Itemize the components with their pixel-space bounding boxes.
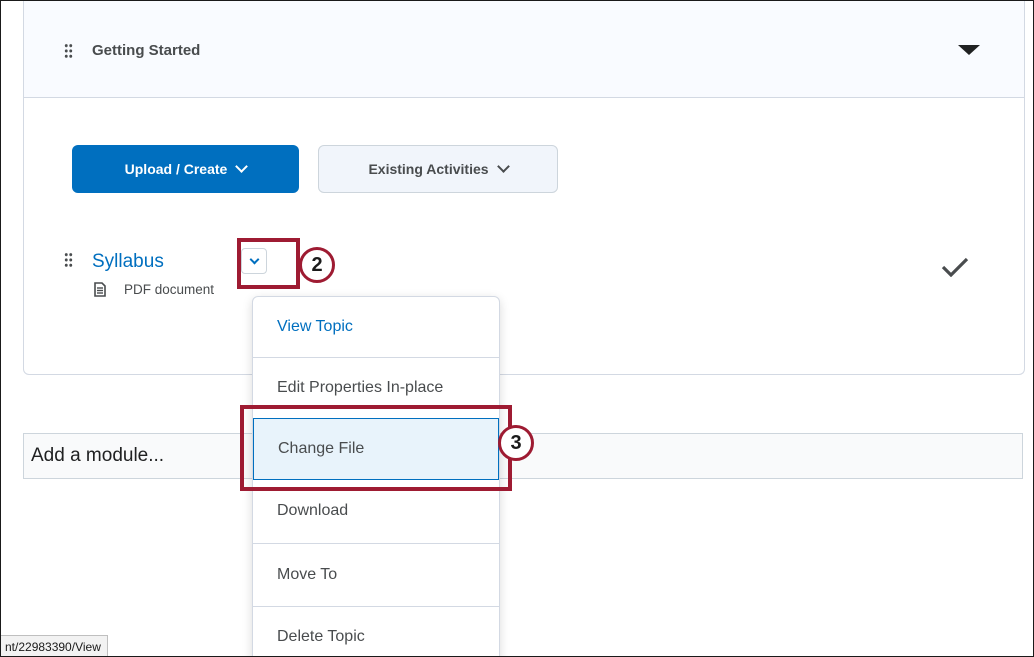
chevron-down-icon: [235, 160, 249, 173]
existing-activities-button[interactable]: Existing Activities: [318, 145, 558, 193]
completed-check-icon: [941, 257, 969, 277]
highlight-box-change-file: [240, 405, 512, 491]
menu-item-move-to[interactable]: Move To: [253, 544, 499, 606]
content-page: Getting Started Upload / Create Existing…: [0, 0, 1034, 657]
topic-type-label: PDF document: [124, 282, 215, 297]
chevron-down-icon: [496, 160, 510, 173]
upload-create-label: Upload / Create: [124, 161, 228, 177]
highlight-box-dropdown: [237, 238, 300, 289]
collapse-caret-icon[interactable]: [958, 45, 980, 55]
menu-item-view-topic[interactable]: View Topic: [253, 297, 499, 357]
drag-handle-icon[interactable]: [64, 43, 73, 59]
existing-activities-label: Existing Activities: [368, 161, 489, 177]
document-icon: [94, 282, 106, 297]
module-card: Getting Started Upload / Create Existing…: [23, 1, 1025, 375]
module-header[interactable]: Getting Started: [24, 1, 1024, 98]
module-title: Getting Started: [92, 42, 201, 59]
upload-create-button[interactable]: Upload / Create: [72, 145, 299, 193]
callout-step-2: 2: [299, 247, 335, 283]
topic-title-link[interactable]: Syllabus: [92, 251, 164, 273]
topic-drag-handle-icon[interactable]: [64, 252, 73, 268]
menu-item-delete-topic[interactable]: Delete Topic: [253, 607, 499, 656]
callout-step-3: 3: [498, 425, 534, 461]
status-bar-url: nt/22983390/View: [1, 635, 108, 656]
